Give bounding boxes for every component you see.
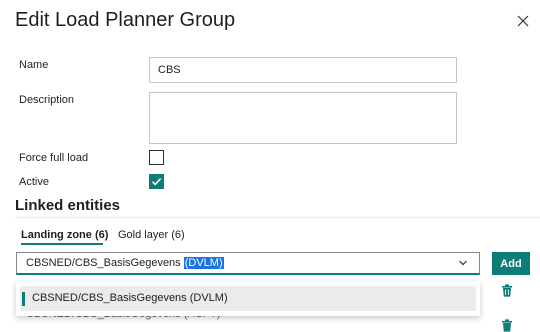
- description-input[interactable]: [149, 92, 457, 144]
- entity-combobox[interactable]: CBSNED/CBS_BasisGegevens (DVLM): [16, 252, 480, 275]
- description-label: Description: [19, 94, 75, 106]
- combobox-value-prefix: CBSNED/CBS_BasisGegevens: [26, 257, 184, 269]
- selected-indicator: [22, 292, 25, 306]
- dropdown-option[interactable]: CBSNED/CBS_BasisGegevens (DVLM): [20, 286, 476, 311]
- name-input[interactable]: [149, 57, 457, 83]
- add-button[interactable]: Add: [492, 252, 530, 275]
- trash-icon[interactable]: [501, 284, 513, 297]
- close-icon: [517, 15, 529, 27]
- chevron-down-icon[interactable]: [458, 259, 468, 267]
- trash-icon[interactable]: [501, 319, 513, 332]
- dropdown-option-label: CBSNED/CBS_BasisGegevens (DVLM): [32, 292, 228, 304]
- close-button[interactable]: [512, 10, 534, 32]
- active-checkbox[interactable]: [149, 174, 164, 189]
- section-divider: [15, 217, 540, 218]
- active-tab-indicator: [21, 243, 103, 245]
- checkmark-icon: [151, 178, 162, 186]
- force-full-load-label: Force full load: [19, 152, 89, 164]
- name-label: Name: [19, 59, 49, 71]
- linked-entities-heading: Linked entities: [15, 197, 121, 214]
- tab-landing-zone[interactable]: Landing zone (6): [21, 229, 108, 241]
- combobox-selected-text: (DVLM): [183, 257, 224, 269]
- dialog-title: Edit Load Planner Group: [15, 9, 236, 31]
- tab-gold-layer[interactable]: Gold layer (6): [118, 229, 185, 241]
- dropdown-menu: CBSNED/CBS_BasisGegevens (DVLM): [16, 282, 480, 316]
- active-label: Active: [19, 176, 49, 188]
- force-full-load-checkbox[interactable]: [149, 150, 164, 165]
- combobox-value[interactable]: CBSNED/CBS_BasisGegevens (DVLM): [26, 257, 224, 269]
